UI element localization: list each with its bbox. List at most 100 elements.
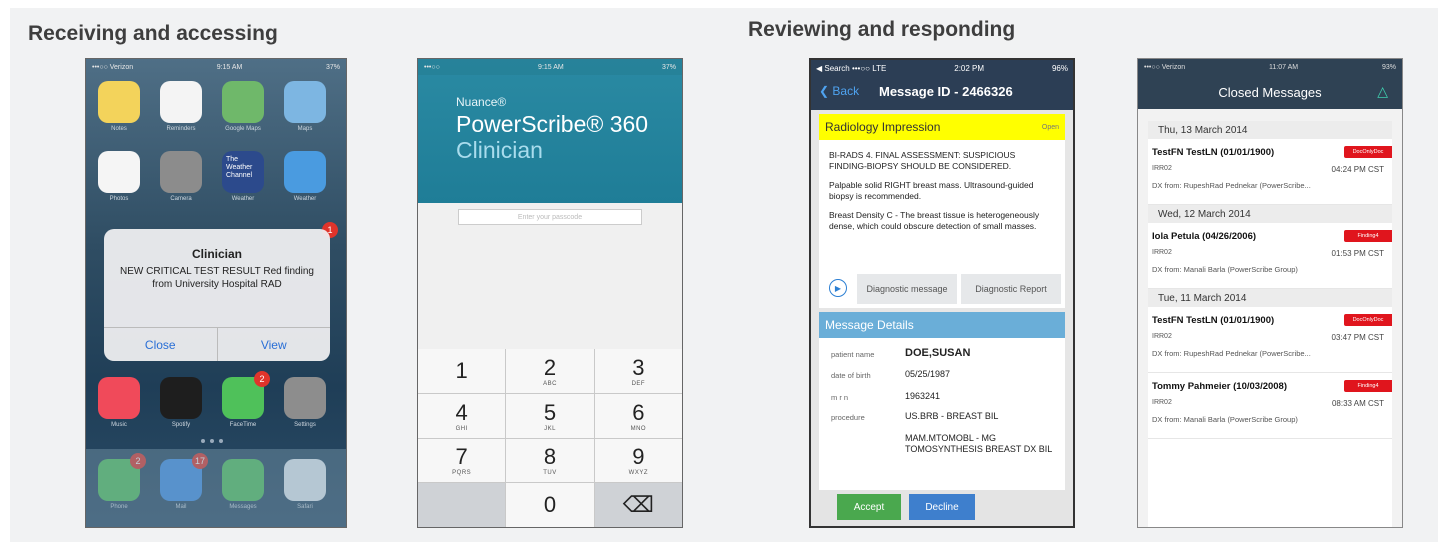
message-id-title: Message ID - 2466326 — [879, 84, 1013, 99]
maps-icon[interactable] — [222, 81, 264, 123]
key-letters: WXYZ — [628, 470, 648, 477]
procedure-value-1: US.BRB - BREAST BIL — [905, 411, 999, 421]
message-list: Thu, 13 March 2014 TestFN TestLN (01/01/1… — [1148, 121, 1392, 527]
keypad-key[interactable]: 2 ABC — [506, 349, 594, 393]
play-icon[interactable]: ▶ — [829, 279, 847, 297]
app-label: FaceTime — [229, 422, 257, 428]
nav-bar: ❮ Back Message ID - 2466326 — [811, 76, 1073, 110]
impression-card: Radiology Impression Open BI-RADS 4. FIN… — [819, 114, 1065, 308]
mrn-label: m r n — [831, 393, 849, 402]
message-list-item[interactable]: Iola Petula (04/26/2006) Finding4 IRR02 01:… — [1148, 223, 1392, 289]
search-back-label[interactable]: ◀ Search •••○○ LTE — [816, 64, 886, 73]
spotify-icon[interactable] — [160, 377, 202, 419]
order-code: IRR02 — [1152, 165, 1172, 172]
passcode-input[interactable]: Enter your passcode — [458, 209, 642, 225]
dob-label: date of birth — [831, 371, 871, 380]
decline-button[interactable]: Decline — [909, 494, 975, 520]
keypad-blank — [418, 483, 506, 527]
app-icon-text: The Weather Channel — [226, 156, 253, 179]
app-label: Camera — [170, 196, 192, 202]
music-icon[interactable] — [98, 377, 140, 419]
key-digit: 4 — [455, 399, 468, 425]
diagnostic-report-button[interactable]: Diagnostic Report — [961, 274, 1061, 304]
back-button[interactable]: ❮ Back — [819, 84, 859, 98]
alert-close-button[interactable]: Close — [104, 328, 218, 361]
patient-name: TestFN TestLN (01/01/1900) — [1152, 147, 1275, 158]
key-digit: 2 — [543, 354, 557, 380]
weather-icon[interactable] — [284, 151, 326, 193]
key-digit: 8 — [543, 444, 557, 470]
keypad-key[interactable]: 9 WXYZ — [594, 438, 682, 483]
carrier-label: •••○○ Verizon — [1144, 63, 1186, 71]
message-list-item[interactable]: TestFN TestLN (01/01/1900) DocOnlyDoc IRR0… — [1148, 307, 1392, 373]
app-label: Reminders — [166, 126, 196, 132]
finding-tag: Finding4 — [1344, 380, 1392, 392]
reminders-icon[interactable] — [160, 81, 202, 123]
action-bar: Accept Decline — [811, 490, 1073, 526]
keypad-key[interactable]: 3 DEF — [594, 349, 682, 393]
message-time: 03:47 PM CST — [1331, 333, 1384, 342]
message-list-item[interactable]: TestFN TestLN (01/01/1900) DocOnlyDoc IRR0… — [1148, 139, 1392, 205]
phone-message-screen: ◀ Search •••○○ LTE 2:02 PM 96% ❮ Back Me… — [809, 58, 1075, 528]
camera-icon[interactable] — [160, 151, 202, 193]
brand-subtitle: Clinician — [456, 137, 543, 163]
keypad-key[interactable]: 7 PQRS — [418, 438, 506, 483]
key-digit: 0 — [543, 492, 557, 518]
procedure-label: procedure — [831, 413, 865, 422]
keypad-key[interactable]: 0 — [506, 483, 594, 527]
key-digit: 6 — [632, 399, 645, 425]
app-label: Spotify — [171, 422, 191, 428]
key-digit: 9 — [632, 444, 645, 470]
impression-text-2: Palpable solid RIGHT breast mass. Ultras… — [829, 180, 1034, 201]
app-label: Maps — [297, 126, 313, 132]
key-digit: ⌫ — [622, 492, 654, 518]
closed-messages-title: Closed Messages — [1218, 85, 1322, 100]
message-from: DX from: Manali Barla (PowerScribe Group… — [1152, 415, 1298, 424]
impression-header[interactable]: Radiology Impression Open — [819, 114, 1065, 140]
notes-icon[interactable] — [98, 81, 140, 123]
diagnostic-message-button[interactable]: Diagnostic message — [857, 274, 957, 304]
keypad-key[interactable]: 1 — [418, 349, 506, 393]
dob-value: 05/25/1987 — [905, 369, 951, 379]
finding-tag: Finding4 — [1344, 230, 1392, 242]
status-bar: ◀ Search •••○○ LTE 2:02 PM 96% — [811, 60, 1073, 76]
message-from: DX from: RupeshRad Pednekar (PowerScribe… — [1152, 181, 1311, 190]
details-header: Message Details — [819, 312, 1065, 338]
procedure-value-2: MAM.MTOMOBL - MG TOMOSYNTHESIS BREAST DX… — [905, 433, 1053, 454]
app-label: Notes — [111, 126, 127, 132]
patient-name: Tommy Pahmeier (10/03/2008) — [1152, 381, 1288, 392]
keypad-key[interactable]: 4 GHI — [418, 393, 506, 438]
message-time: 08:33 AM CST — [1331, 399, 1384, 408]
warning-triangle-icon[interactable]: △ — [1377, 83, 1388, 100]
settings-icon[interactable] — [284, 377, 326, 419]
message-from: DX from: RupeshRad Pednekar (PowerScribe… — [1152, 349, 1311, 358]
patient-name: Iola Petula (04/26/2006) — [1152, 231, 1257, 242]
time-label: 9:15 AM — [216, 63, 243, 71]
keypad-key[interactable]: 5 JKL — [506, 393, 594, 438]
alert-view-button[interactable]: View — [218, 328, 331, 361]
backspace-key[interactable]: ⌫ — [594, 483, 682, 527]
push-notification-alert: Clinician NEW CRITICAL TEST RESULT Red f… — [104, 229, 330, 361]
photos-icon[interactable] — [98, 151, 140, 193]
app-label: Settings — [294, 422, 316, 428]
key-digit: 3 — [632, 354, 645, 380]
app-label: Weather — [231, 196, 255, 202]
accept-button[interactable]: Accept — [837, 494, 901, 520]
keypad-key[interactable]: 8 TUV — [506, 438, 594, 483]
page-indicator[interactable] — [201, 439, 223, 443]
time-label: 2:02 PM — [954, 63, 985, 73]
message-from: DX from: Manali Barla (PowerScribe Group… — [1152, 265, 1298, 274]
apple-maps-icon[interactable] — [284, 81, 326, 123]
order-code: IRR02 — [1152, 249, 1172, 256]
keypad-key[interactable]: 6 MNO — [594, 393, 682, 438]
order-code: IRR02 — [1152, 333, 1172, 340]
phone-closed-messages-screen: •••○○ Verizon 11:07 AM 93% Closed Messag… — [1137, 58, 1403, 528]
key-letters: TUV — [543, 470, 557, 477]
patient-name: TestFN TestLN (01/01/1900) — [1152, 315, 1275, 326]
weather-channel-icon[interactable]: The Weather Channel — [222, 151, 264, 193]
date-group-header: Thu, 13 March 2014 — [1148, 121, 1392, 139]
phone-login-screen: •••○○ 9:15 AM 37% Nuance® PowerScribe® 360… — [417, 58, 683, 528]
key-letters: JKL — [544, 425, 556, 432]
message-list-item[interactable]: Tommy Pahmeier (10/03/2008) Finding4 IRR02… — [1148, 373, 1392, 439]
battery-label: 96% — [1051, 63, 1068, 73]
